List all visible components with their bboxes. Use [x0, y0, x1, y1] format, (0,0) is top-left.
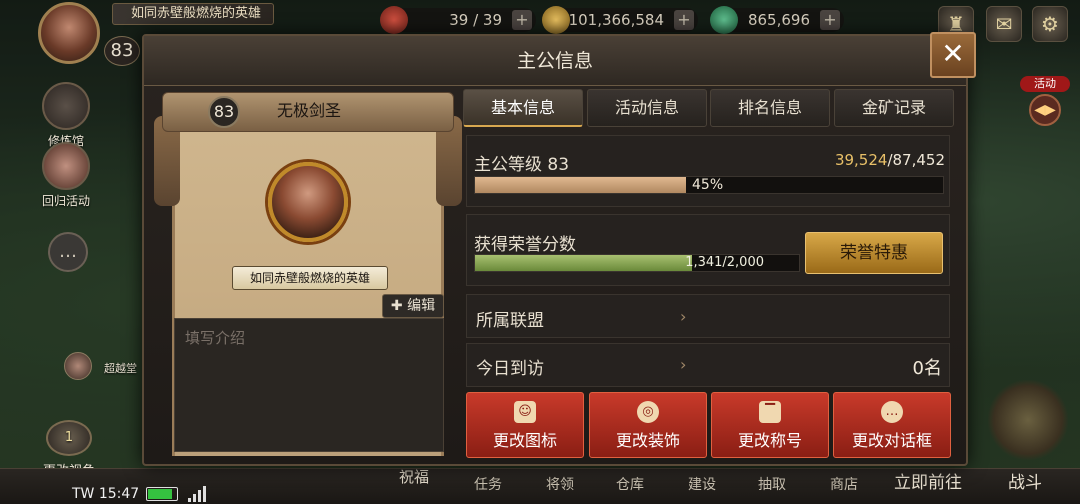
return-event-label: 回归活动 [41, 194, 90, 208]
lord-level-label: 主公等级 83 [474, 155, 570, 175]
intro-placeholder: 填写介绍 [185, 329, 246, 347]
xp-value: 39,524/87,452 [831, 151, 945, 169]
change-title-button[interactable]: ▔ 更改称号 [711, 392, 829, 458]
alliance-label: 所属联盟 [476, 311, 544, 331]
return-event-icon [42, 142, 90, 190]
battle-button[interactable]: 战斗 [1000, 472, 1050, 494]
nav-build[interactable]: 建设 [680, 474, 724, 496]
change-dialog-box-button[interactable]: … 更改对话框 [833, 392, 951, 458]
visits-chevron-right-icon: › [680, 355, 687, 374]
cultivation-hall-button[interactable]: 修炼馆 [38, 82, 94, 149]
profile-level-badge: 83 [208, 96, 240, 128]
mini-avatar[interactable] [64, 352, 92, 380]
hero-title-top: 如同赤壁般燃烧的英雄 [112, 3, 275, 25]
battery-icon [146, 487, 178, 501]
close-icon[interactable]: ✕ [930, 32, 976, 78]
signal-icon [188, 486, 208, 502]
jade-icon [710, 6, 738, 34]
frame-icon: ◎ [637, 401, 659, 423]
change-dialog-box-label: 更改对话框 [851, 431, 932, 450]
tab-activity-info[interactable]: 活动信息 [587, 89, 707, 127]
nav-generals[interactable]: 将领 [538, 474, 582, 496]
tab-ranking-info[interactable]: 排名信息 [710, 89, 830, 127]
honor-value: 1,341/2,000 [685, 255, 764, 270]
chat-icon[interactable]: … [48, 232, 88, 272]
nav-warehouse[interactable]: 仓库 [608, 474, 652, 496]
cultivation-icon [42, 82, 90, 130]
profile-scroll: 83 无极剑圣 如同赤壁般燃烧的英雄 ✚ 编辑 填写介绍 [154, 92, 462, 460]
resource-coin: 101,366,584 + [542, 6, 698, 34]
change-decoration-button[interactable]: ◎ 更改装饰 [589, 392, 707, 458]
go-now-button[interactable]: 立即前往 [886, 472, 970, 494]
speech-bubble-icon: … [881, 401, 903, 423]
change-icon-button[interactable]: ☺ 更改图标 [466, 392, 584, 458]
change-icon-label: 更改图标 [492, 431, 557, 450]
resource-jade: 865,696 + [710, 6, 844, 34]
portrait-icon: ☺ [514, 401, 536, 423]
title-icon: ▔ [759, 401, 781, 423]
hero-avatar[interactable] [38, 2, 100, 64]
xp-percent: 45% [692, 177, 724, 193]
player-title-plate: 如同赤壁般燃烧的英雄 [232, 266, 388, 290]
tab-gold-mine-log[interactable]: 金矿记录 [834, 89, 954, 127]
change-title-label: 更改称号 [737, 431, 802, 450]
add-coin-button[interactable]: + [674, 10, 694, 30]
blessing-button[interactable]: 祝福 [392, 466, 436, 487]
activity-button[interactable]: 活动 ◀▶ [1020, 76, 1070, 126]
mini-label: 超越堂 [104, 362, 137, 375]
activity-label: 活动 [1020, 76, 1070, 92]
change-decoration-label: 更改装饰 [615, 431, 680, 450]
resource-scroll: 39 / 39 + [380, 6, 536, 34]
visits-label: 今日到访 [476, 359, 544, 379]
xp-total: /87,452 [887, 151, 945, 169]
xp-progress-fill [475, 177, 686, 193]
honor-deal-button[interactable]: 荣誉特惠 [805, 232, 943, 274]
dialog-title: 主公信息 [516, 50, 593, 72]
player-name: 无极剑圣 [276, 101, 341, 120]
visits-count: 0名 [912, 358, 942, 379]
dialog-header: 主公信息 [144, 36, 966, 86]
nav-shop[interactable]: 商店 [822, 474, 866, 496]
xp-current: 39,524 [834, 151, 888, 169]
resource-coin-value: 101,366,584 [568, 11, 664, 29]
hero-level-badge: 83 [104, 36, 140, 66]
alliance-chevron-right-icon: › [680, 307, 687, 326]
edit-button[interactable]: ✚ 编辑 [382, 294, 444, 318]
view-icon: 1 [46, 420, 92, 456]
add-scroll-button[interactable]: + [512, 10, 532, 30]
battle-emblem-icon[interactable] [988, 380, 1068, 460]
settings-icon[interactable]: ⚙ [1032, 6, 1068, 42]
scroll-icon [380, 6, 408, 34]
resource-jade-value: 865,696 [747, 11, 810, 29]
activity-arrows-icon: ◀▶ [1029, 94, 1061, 126]
mail-icon[interactable]: ✉ [986, 6, 1022, 42]
return-event-button[interactable]: 回归活动 [38, 142, 94, 209]
nav-quest[interactable]: 任务 [466, 474, 510, 496]
honor-label: 获得荣誉分数 [474, 235, 576, 255]
intro-textarea[interactable]: 填写介绍 [174, 318, 444, 452]
coin-icon [542, 6, 570, 34]
nav-draw[interactable]: 抽取 [750, 474, 794, 496]
status-time: TW 15:47 [72, 486, 140, 502]
player-portrait[interactable] [268, 162, 348, 242]
resource-scroll-value: 39 / 39 [449, 11, 502, 29]
tab-basic-info[interactable]: 基本信息 [463, 89, 583, 127]
add-jade-button[interactable]: + [820, 10, 840, 30]
